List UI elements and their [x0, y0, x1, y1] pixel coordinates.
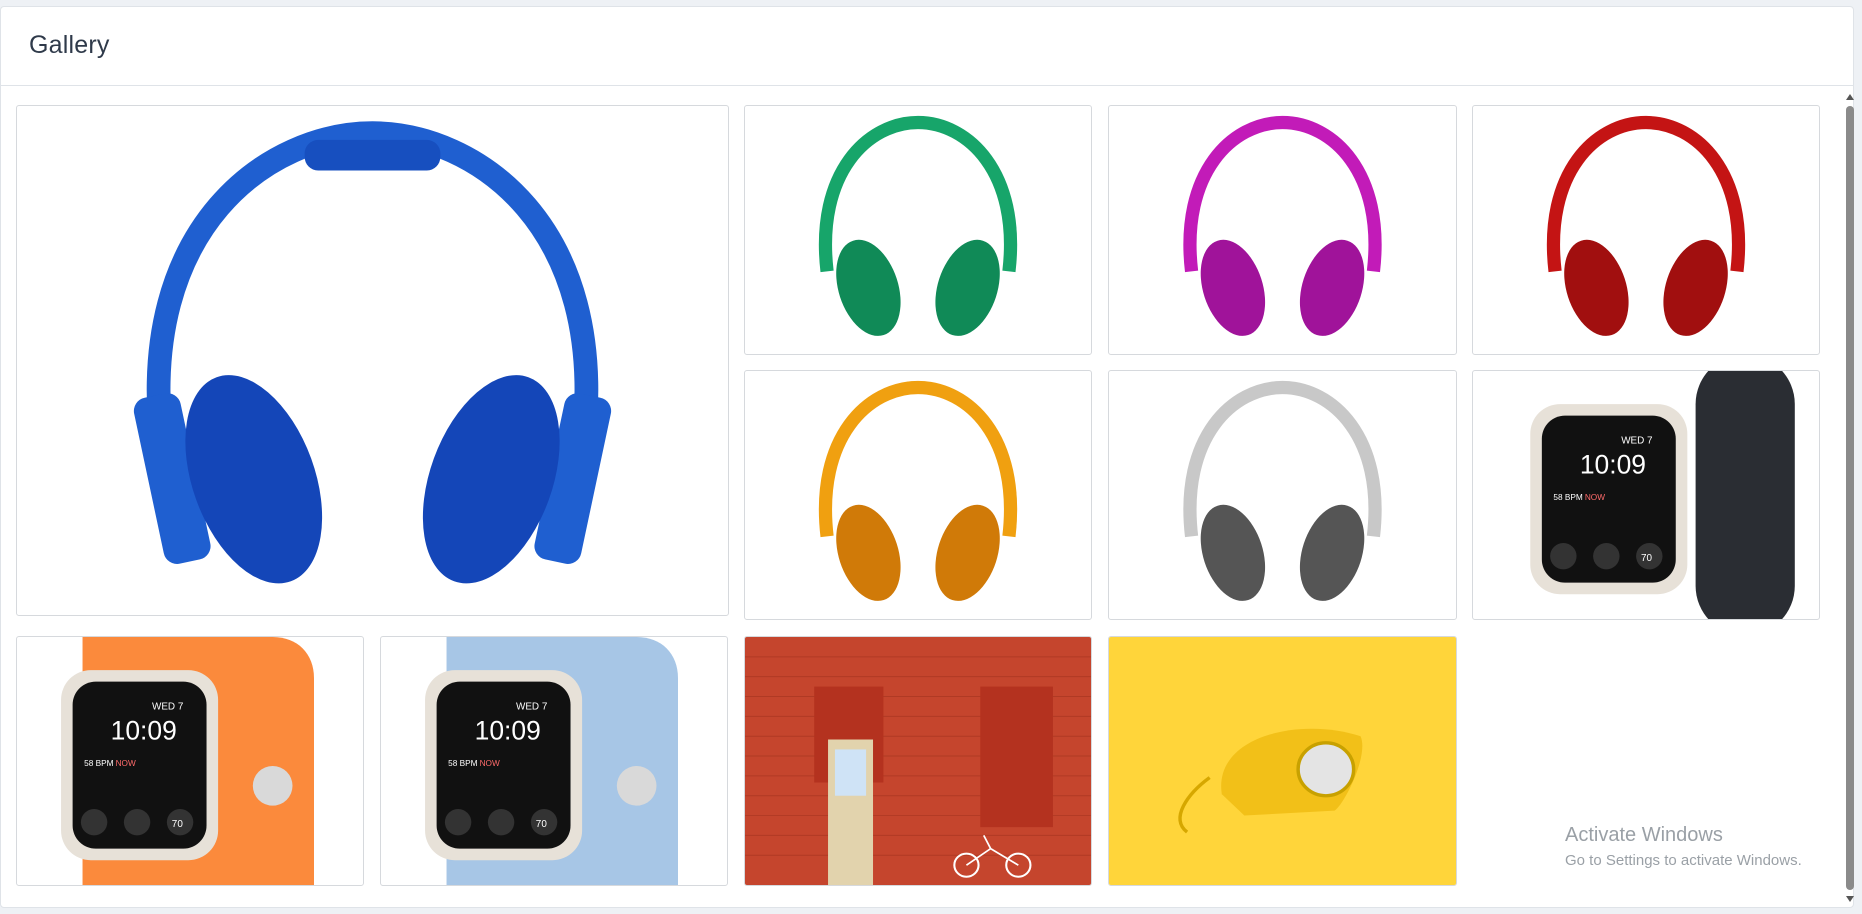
watch-complication: 70: [1641, 553, 1653, 564]
watch-time: 10:09: [475, 716, 541, 746]
watch-bpm: 58 BPM: [84, 759, 113, 768]
watch-time: 10:09: [111, 716, 177, 746]
red-headphones-image: [1546, 115, 1746, 336]
gallery-item[interactable]: [16, 105, 729, 616]
blue-headphones-image: [133, 121, 612, 584]
gallery-item[interactable]: [744, 105, 1092, 355]
card-header: Gallery: [1, 7, 1853, 86]
watch-complication: 70: [172, 819, 184, 830]
gallery-item[interactable]: [1108, 370, 1457, 620]
watch-date: WED 7: [152, 702, 184, 713]
watch-time: 10:09: [1580, 450, 1646, 480]
scroll-up-arrow-icon[interactable]: [1846, 94, 1854, 100]
orange-watch-image: WED 7 10:09 58 BPM NOW 70: [61, 637, 315, 885]
scrollbar-thumb[interactable]: [1846, 106, 1854, 890]
activate-windows-title: Activate Windows: [1565, 824, 1723, 846]
gallery-item[interactable]: [1108, 636, 1457, 886]
gallery-item[interactable]: [1108, 105, 1457, 355]
silver-headphones-image: [1183, 380, 1382, 601]
watch-now: NOW: [116, 759, 136, 768]
scroll-down-arrow-icon[interactable]: [1846, 896, 1854, 902]
watch-complication: 70: [536, 819, 548, 830]
watch-bpm: 58 BPM: [448, 759, 477, 768]
gallery-item[interactable]: [744, 370, 1092, 620]
gallery-item[interactable]: WED 7 10:09 58 BPM NOW 70: [16, 636, 364, 886]
green-headphones-image: [818, 115, 1018, 336]
black-watch-image: WED 7 10:09 58 BPM NOW 70: [1530, 371, 1795, 619]
magenta-headphones-image: [1183, 115, 1382, 336]
gallery-item[interactable]: [744, 636, 1092, 886]
page-title: Gallery: [29, 31, 110, 59]
gallery-item[interactable]: [1472, 105, 1820, 355]
red-wall-door-image: [745, 637, 1091, 885]
gallery-item[interactable]: WED 7 10:09 58 BPM NOW 70: [1472, 370, 1820, 620]
activate-windows-subtitle: Go to Settings to activate Windows.: [1565, 852, 1802, 869]
watch-now: NOW: [480, 759, 500, 768]
watch-date: WED 7: [516, 702, 548, 713]
watch-bpm: 58 BPM: [1553, 493, 1582, 502]
watch-now: NOW: [1585, 493, 1605, 502]
yellow-telephone-image: [1109, 637, 1456, 885]
lightblue-watch-image: WED 7 10:09 58 BPM NOW 70: [425, 637, 678, 885]
watch-date: WED 7: [1621, 436, 1653, 447]
scrollbar[interactable]: [1844, 94, 1856, 902]
orange-headphones-image: [818, 380, 1018, 601]
gallery-item[interactable]: WED 7 10:09 58 BPM NOW 70: [380, 636, 728, 886]
